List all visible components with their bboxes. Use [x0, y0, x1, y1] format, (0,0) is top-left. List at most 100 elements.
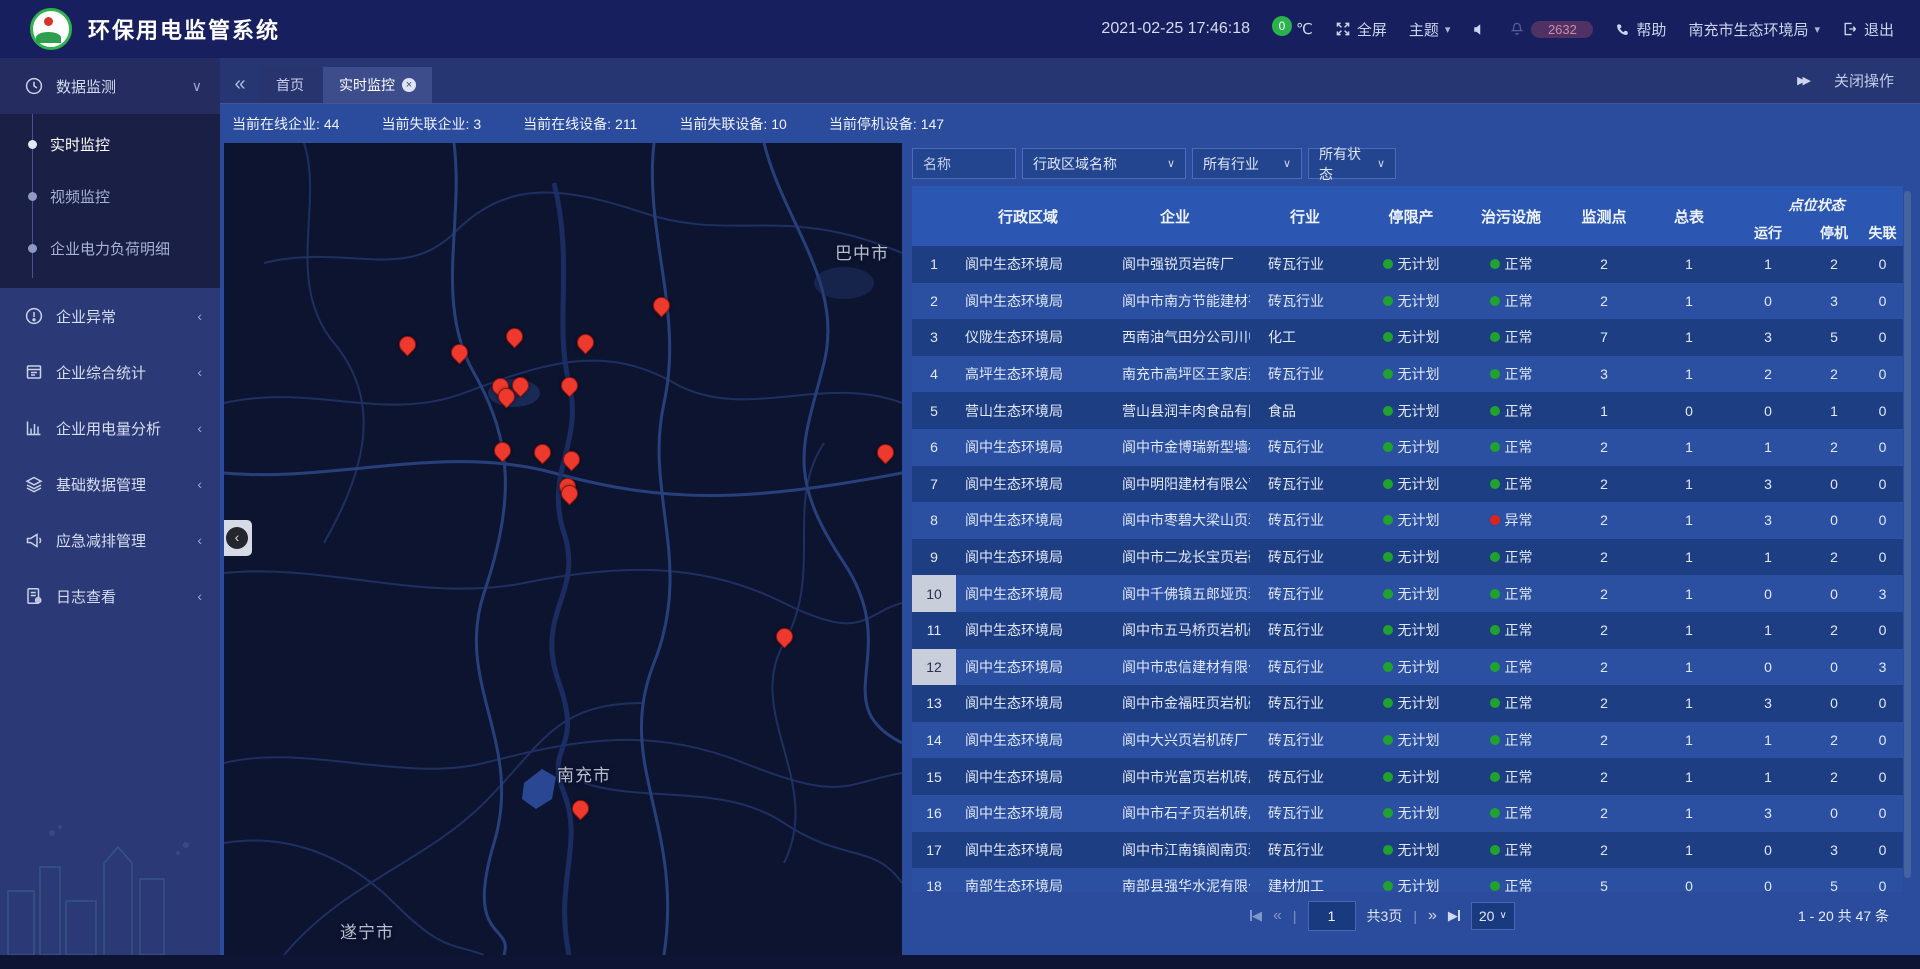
- table-row[interactable]: 2阆中生态环境局阆中市南方节能建材有砖瓦行业无计划正常21030: [912, 283, 1903, 320]
- help-button[interactable]: 帮助: [1615, 19, 1666, 40]
- cell-meters: 1: [1648, 439, 1730, 455]
- tab-实时监控[interactable]: 实时监控×: [323, 67, 432, 103]
- cell-lost: 3: [1862, 659, 1903, 675]
- cell-run: 3: [1730, 805, 1806, 821]
- close-operations-button[interactable]: 关闭操作: [1834, 70, 1894, 91]
- page-prev-button[interactable]: «: [1273, 907, 1282, 925]
- cell-facility: 正常: [1462, 584, 1560, 604]
- sidebar-subitem-企业电力负荷明细[interactable]: 企业电力负荷明细: [0, 222, 220, 274]
- page-next-button[interactable]: »: [1428, 907, 1437, 925]
- logout-button[interactable]: 退出: [1842, 19, 1894, 40]
- cell-region: 营山生态环境局: [956, 401, 1100, 421]
- sidebar-group-日志查看[interactable]: 日志查看‹: [0, 568, 220, 624]
- cell-points: 7: [1560, 329, 1648, 345]
- cell-industry: 化工: [1250, 327, 1360, 347]
- tab-bar: « 首页实时监控× ▶▶ 关闭操作: [220, 58, 1920, 103]
- page-size-select[interactable]: 20∨: [1471, 902, 1515, 930]
- page-last-button[interactable]: ▶: [1448, 908, 1460, 924]
- fullscreen-button[interactable]: 全屏: [1335, 19, 1387, 40]
- industry-filter-select[interactable]: 所有行业∨: [1192, 148, 1302, 179]
- cell-facility: 正常: [1462, 767, 1560, 787]
- sidebar-subitem-实时监控[interactable]: 实时监控: [0, 118, 220, 170]
- cell-company: 阆中市南方节能建材有: [1100, 291, 1250, 311]
- sidebar-group-数据监测[interactable]: 数据监测∨: [0, 58, 220, 114]
- status-filter-select[interactable]: 所有状态∨: [1308, 148, 1396, 179]
- app-logo-icon: [30, 8, 72, 50]
- status-dot-green: [1490, 662, 1500, 672]
- cell-meters: 1: [1648, 695, 1730, 711]
- table-row[interactable]: 10阆中生态环境局阆中千佛镇五郎垭页岩砖瓦行业无计划正常21003: [912, 575, 1903, 612]
- cell-run: 1: [1730, 549, 1806, 565]
- sidebar-subitem-视频监控[interactable]: 视频监控: [0, 170, 220, 222]
- sidebar-collapse-handle[interactable]: ‹: [224, 520, 252, 556]
- cell-points: 5: [1560, 878, 1648, 892]
- table-scrollbar[interactable]: [1904, 191, 1911, 878]
- table-row[interactable]: 4高坪生态环境局南充市高坪区王家店建砖瓦行业无计划正常31220: [912, 356, 1903, 393]
- divider: |: [1413, 908, 1417, 924]
- page-first-button[interactable]: ◀: [1250, 908, 1262, 924]
- map-city-label-遂宁市: 遂宁市: [340, 918, 394, 943]
- cell-limit: 无计划: [1360, 364, 1462, 384]
- table-row[interactable]: 8阆中生态环境局阆中市枣碧大梁山页岩砖瓦行业无计划异常21300: [912, 502, 1903, 539]
- tab-首页[interactable]: 首页: [260, 67, 320, 103]
- bar-chart-icon: [24, 418, 44, 438]
- table-row[interactable]: 16阆中生态环境局阆中市石子页岩机砖厂砖瓦行业无计划正常21300: [912, 795, 1903, 832]
- table-row[interactable]: 13阆中生态环境局阆中市金福旺页岩机砖砖瓦行业无计划正常21300: [912, 685, 1903, 722]
- sidebar-group-label: 数据监测: [56, 76, 116, 97]
- table-row[interactable]: 12阆中生态环境局阆中市忠信建材有限公砖瓦行业无计划正常21003: [912, 649, 1903, 686]
- cell-region: 仪陇生态环境局: [956, 327, 1100, 347]
- bottom-strip: [0, 955, 1920, 969]
- table-row[interactable]: 11阆中生态环境局阆中市五马桥页岩机砖砖瓦行业无计划正常21120: [912, 612, 1903, 649]
- report-window-icon: [24, 362, 44, 382]
- sidebar-group-企业用电量分析[interactable]: 企业用电量分析‹: [0, 400, 220, 456]
- status-dot-green: [1383, 406, 1393, 416]
- cell-points: 2: [1560, 695, 1648, 711]
- cell-lost: 0: [1862, 842, 1903, 858]
- table-row[interactable]: 6阆中生态环境局阆中市金博瑞新型墙材砖瓦行业无计划正常21120: [912, 429, 1903, 466]
- table-row[interactable]: 3仪陇生态环境局西南油气田分公司川中化工无计划正常71350: [912, 319, 1903, 356]
- region-filter-select[interactable]: 行政区域名称∨: [1022, 148, 1186, 179]
- sidebar-group-企业异常[interactable]: 企业异常‹: [0, 288, 220, 344]
- table-row[interactable]: 7阆中生态环境局阆中明阳建材有限公司砖瓦行业无计划正常21300: [912, 466, 1903, 503]
- sidebar-subitem-label: 视频监控: [50, 186, 110, 207]
- cell-company: 阆中大兴页岩机砖厂: [1100, 730, 1250, 750]
- table-row[interactable]: 18南部生态环境局南部县强华水泥有限公建材加工无计划正常50050: [912, 868, 1903, 892]
- col-company: 企业: [1100, 206, 1250, 227]
- table-row[interactable]: 9阆中生态环境局阆中市二龙长宝页岩砖砖瓦行业无计划正常21120: [912, 539, 1903, 576]
- sidebar-group-基础数据管理[interactable]: 基础数据管理‹: [0, 456, 220, 512]
- temperature: 0 ℃: [1272, 20, 1313, 38]
- status-dot-green: [1490, 845, 1500, 855]
- sidebar-group-应急减排管理[interactable]: 应急减排管理‹: [0, 512, 220, 568]
- tab-close-icon[interactable]: ×: [402, 78, 416, 92]
- tabs-scroll-left-button[interactable]: «: [220, 65, 260, 103]
- notifications-button[interactable]: 2632: [1509, 21, 1593, 38]
- status-dot-green: [1383, 772, 1393, 782]
- cell-lost: 3: [1862, 586, 1903, 602]
- cell-meters: 1: [1648, 842, 1730, 858]
- name-filter-input[interactable]: [912, 148, 1016, 179]
- status-dot-green: [1383, 662, 1393, 672]
- table-row[interactable]: 1阆中生态环境局阆中强锐页岩砖厂砖瓦行业无计划正常21120: [912, 246, 1903, 283]
- cell-region: 高坪生态环境局: [956, 364, 1100, 384]
- stat-value: 211: [615, 116, 637, 132]
- table-row[interactable]: 15阆中生态环境局阆中市光富页岩机砖厂砖瓦行业无计划正常21120: [912, 758, 1903, 795]
- sidebar-group-label: 日志查看: [56, 586, 116, 607]
- cell-industry: 砖瓦行业: [1250, 693, 1360, 713]
- cell-run: 3: [1730, 695, 1806, 711]
- volume-button[interactable]: [1472, 22, 1487, 37]
- cell-meters: 1: [1648, 586, 1730, 602]
- org-dropdown[interactable]: 南充市生态环境局▾: [1688, 19, 1820, 40]
- sidebar-group-企业综合统计[interactable]: 企业综合统计‹: [0, 344, 220, 400]
- datetime: 2021-02-25 17:46:18: [1101, 20, 1250, 38]
- table-row[interactable]: 14阆中生态环境局阆中大兴页岩机砖厂砖瓦行业无计划正常21120: [912, 722, 1903, 759]
- theme-dropdown[interactable]: 主题▾: [1409, 19, 1451, 40]
- table-row[interactable]: 17阆中生态环境局阆中市江南镇阆南页岩砖瓦行业无计划正常21030: [912, 832, 1903, 869]
- bell-icon: [1509, 21, 1525, 37]
- page-input[interactable]: [1308, 901, 1356, 931]
- cell-company: 阆中市五马桥页岩机砖: [1100, 620, 1250, 640]
- map-panel[interactable]: 巴中市南充市遂宁市 ‹: [224, 143, 902, 955]
- table-body: 1阆中生态环境局阆中强锐页岩砖厂砖瓦行业无计划正常211202阆中生态环境局阆中…: [912, 246, 1903, 892]
- temperature-unit: ℃: [1296, 20, 1313, 38]
- table-row[interactable]: 5营山生态环境局营山县润丰肉食品有限食品无计划正常10010: [912, 392, 1903, 429]
- tabs-scroll-right-icon[interactable]: ▶▶: [1797, 74, 1808, 87]
